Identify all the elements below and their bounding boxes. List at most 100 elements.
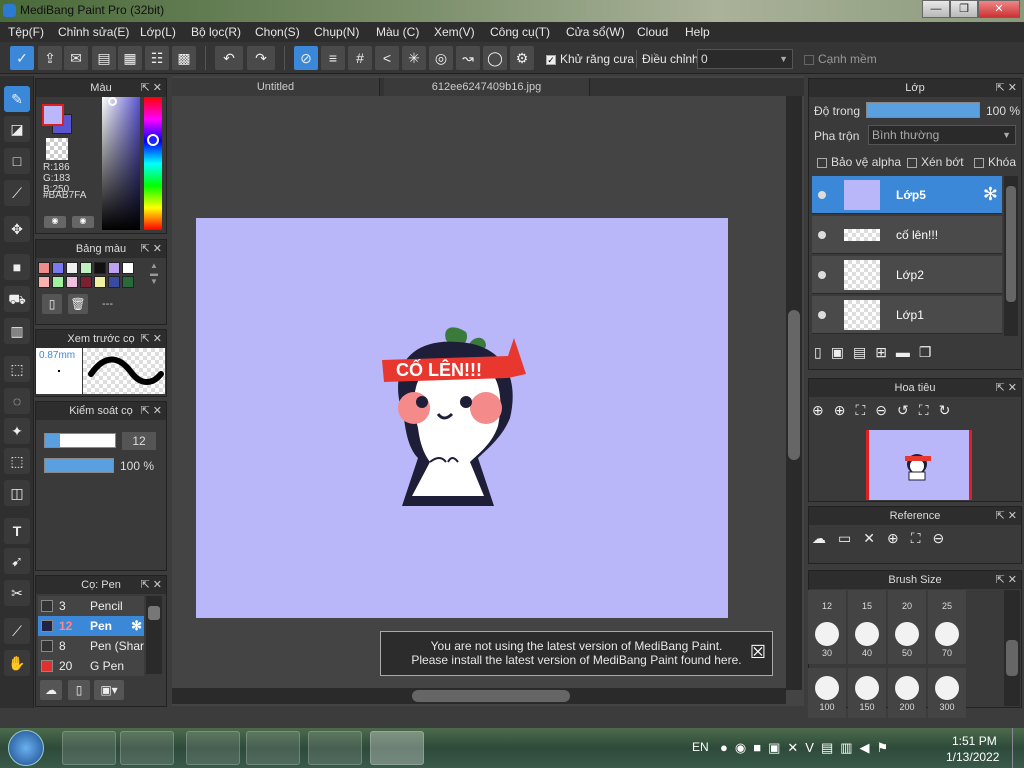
show-desktop-button[interactable]: [1012, 728, 1024, 768]
brush-size-preset[interactable]: 40: [848, 614, 886, 664]
brush-list-scrollbar[interactable]: [146, 596, 162, 674]
palette-swatch[interactable]: [94, 276, 106, 288]
antivirus-icon[interactable]: V: [805, 740, 821, 755]
dot-tool-icon[interactable]: □: [4, 148, 30, 174]
sv-picker-handle[interactable]: [108, 97, 117, 106]
panel-close-icon[interactable]: ⇱ ✕: [141, 240, 163, 258]
zalo-icon[interactable]: ●: [720, 740, 735, 755]
menu-tools[interactable]: Công cụ(T): [490, 25, 550, 39]
visibility-icon[interactable]: [818, 191, 826, 199]
lasso-tool-icon[interactable]: ◌: [4, 388, 30, 414]
blend-mode-select[interactable]: Bình thường ▼: [868, 125, 1016, 145]
page-icon[interactable]: ▦: [118, 46, 142, 70]
display-icon[interactable]: ▣: [768, 740, 787, 755]
perspective-snap-icon[interactable]: <: [375, 46, 399, 70]
snap-off-icon[interactable]: ⊘: [294, 46, 318, 70]
line-tool-icon[interactable]: ⟋: [4, 180, 30, 206]
panel-close-icon[interactable]: ⇱ ✕: [996, 507, 1018, 525]
layer-list-scrollbar[interactable]: [1004, 176, 1018, 336]
panel-close-icon[interactable]: ⇱ ✕: [996, 79, 1018, 97]
magic-wand-tool-icon[interactable]: ✦: [4, 418, 30, 444]
action-center-icon[interactable]: ▥: [840, 740, 859, 755]
menu-color[interactable]: Màu (C): [376, 25, 419, 39]
taskbar-file-explorer-icon[interactable]: [62, 731, 116, 765]
duplicate-layer-icon[interactable]: ❐: [919, 344, 941, 360]
brush-settings-gear-icon[interactable]: ✻: [131, 616, 142, 636]
palette-swatch[interactable]: [66, 276, 78, 288]
brush-size-preset[interactable]: 15: [848, 590, 886, 614]
zoom-out-icon[interactable]: ⊖: [933, 530, 957, 546]
select-pen-tool-icon[interactable]: ⬚: [4, 448, 30, 474]
taskbar-media-player-icon[interactable]: [120, 731, 174, 765]
layer-item[interactable]: Lớp1: [812, 296, 1002, 334]
eraser-tool-icon[interactable]: ◪: [4, 116, 30, 142]
brush-menu-icon[interactable]: ▣▾: [94, 680, 124, 700]
palette-swatch[interactable]: [108, 276, 120, 288]
brush-size-preset[interactable]: 150: [848, 668, 886, 718]
palette-swatch[interactable]: [38, 262, 50, 274]
discord-icon[interactable]: ◉: [735, 740, 753, 755]
zoom-in-icon[interactable]: ⊕: [887, 530, 911, 546]
brush-size-preset[interactable]: 200: [888, 668, 926, 718]
hue-slider[interactable]: [144, 97, 162, 230]
palette-swatch[interactable]: [52, 262, 64, 274]
brush-size-preset[interactable]: 100: [808, 668, 846, 718]
parallel-snap-icon[interactable]: ≡: [321, 46, 345, 70]
brush-list-item[interactable]: 8 Pen (Shar: [38, 636, 144, 656]
panel-close-icon[interactable]: ⇱ ✕: [141, 576, 163, 594]
zoom-in-icon[interactable]: ⊕: [834, 402, 856, 418]
layer-opacity-slider[interactable]: [866, 102, 980, 118]
correction-select[interactable]: 0 ▼: [697, 49, 793, 69]
scrollbar-thumb[interactable]: [1006, 640, 1018, 676]
navigator-preview[interactable]: [866, 430, 972, 500]
zoom-icon[interactable]: ⊕: [812, 402, 834, 418]
brush-size-preset[interactable]: 25: [928, 590, 966, 614]
visibility-icon[interactable]: [818, 271, 826, 279]
brush-size-preset[interactable]: 50: [888, 614, 926, 664]
palette-swatch[interactable]: [80, 276, 92, 288]
palette-swatch[interactable]: [80, 262, 92, 274]
palette-swatch[interactable]: [52, 276, 64, 288]
panels-icon[interactable]: ☷: [145, 46, 169, 70]
visibility-icon[interactable]: [818, 231, 826, 239]
redo-icon[interactable]: ↷: [247, 46, 275, 70]
visibility-icon[interactable]: [818, 311, 826, 319]
taskbar-medibang-icon[interactable]: [370, 731, 424, 765]
palette-swatch[interactable]: [108, 262, 120, 274]
trash-icon[interactable]: 🗑: [68, 294, 88, 314]
color-picker-icon[interactable]: ◉: [72, 216, 94, 228]
panel-close-icon[interactable]: ⇱ ✕: [996, 571, 1018, 589]
new-palette-icon[interactable]: ▯: [42, 294, 62, 314]
folder-icon[interactable]: ▬: [896, 344, 919, 360]
update-notification[interactable]: You are not using the latest version of …: [380, 631, 773, 676]
menu-filter[interactable]: Bộ lọc(R): [191, 25, 241, 39]
radial-snap-icon[interactable]: ✳: [402, 46, 426, 70]
hand-tool-icon[interactable]: ✋: [4, 650, 30, 676]
transparent-color-swatch[interactable]: [46, 138, 68, 160]
brush-size-preset[interactable]: 300: [928, 668, 966, 718]
new-1bit-layer-icon[interactable]: ▤: [853, 344, 875, 360]
undo-icon[interactable]: ↶: [215, 46, 243, 70]
grid-icon[interactable]: ▩: [172, 46, 196, 70]
scrollbar-thumb[interactable]: [148, 606, 160, 620]
restore-button[interactable]: ❐: [950, 0, 978, 18]
gradient-tool-icon[interactable]: ▥: [4, 318, 30, 344]
notification-close-icon[interactable]: ☒: [750, 642, 766, 663]
menu-help[interactable]: Help: [685, 25, 710, 39]
palette-swatch[interactable]: [94, 262, 106, 274]
palette-swatch[interactable]: [122, 262, 134, 274]
cloud-brush-icon[interactable]: ☁: [40, 680, 62, 700]
close-reference-icon[interactable]: ✕: [863, 530, 887, 546]
brush-list-item[interactable]: 20 G Pen: [38, 656, 144, 676]
protect-alpha-checkbox[interactable]: Bảo vệ alpha: [817, 155, 901, 169]
curve-snap-icon[interactable]: ↝: [456, 46, 480, 70]
brush-size-preset[interactable]: 12: [808, 590, 846, 614]
rotate-right-icon[interactable]: ↻: [939, 402, 961, 418]
upload-icon[interactable]: ⇪: [38, 46, 62, 70]
brush-size-scrollbar[interactable]: [1004, 590, 1020, 706]
layer-settings-gear-icon[interactable]: ✻: [983, 184, 998, 205]
color-add-icon[interactable]: ◉: [44, 216, 66, 228]
layer-item[interactable]: cố lên!!!: [812, 216, 1002, 254]
eyedropper-tool-icon[interactable]: ⟋: [4, 618, 30, 644]
zoom-out-icon[interactable]: ⊖: [875, 402, 897, 418]
